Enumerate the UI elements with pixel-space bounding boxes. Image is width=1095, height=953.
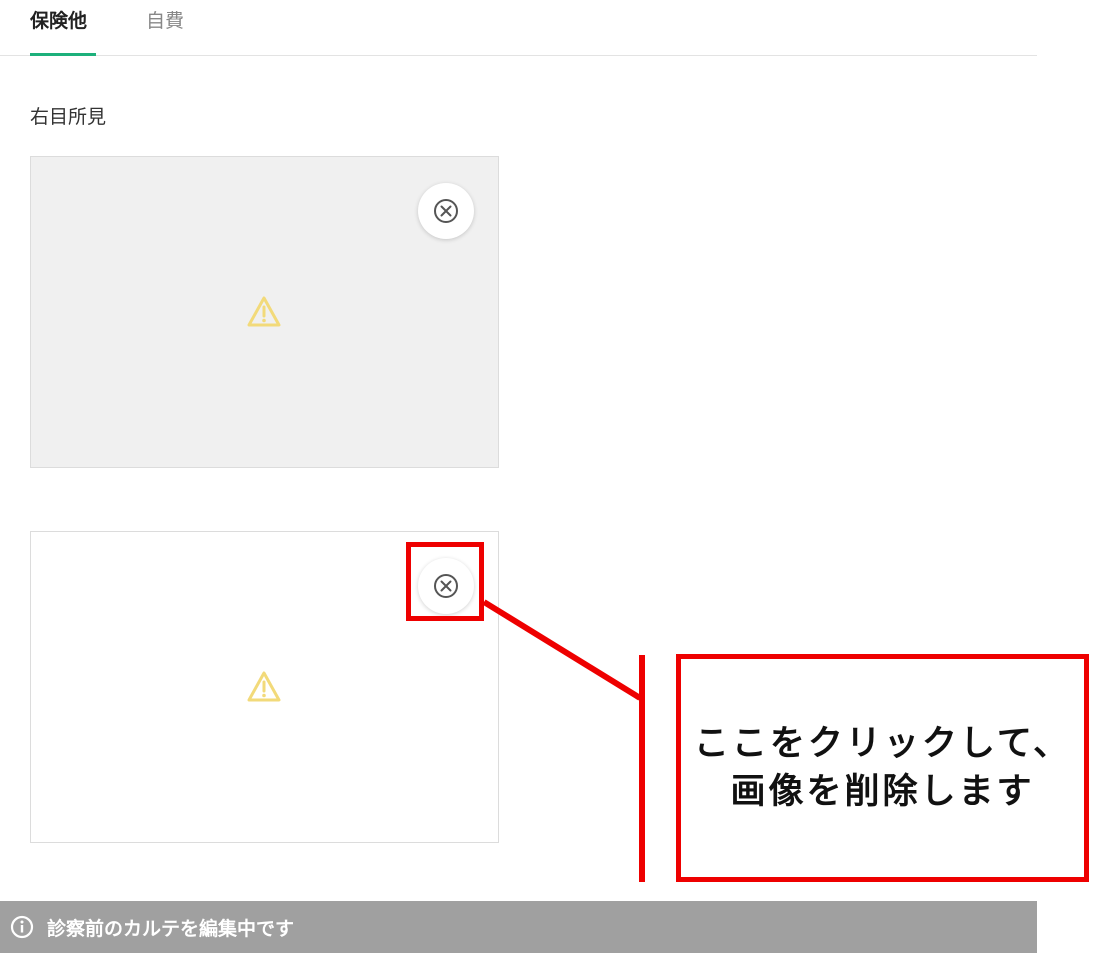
info-icon: [10, 915, 34, 939]
status-message: 診察前のカルテを編集中です: [47, 917, 295, 940]
annotation-callout: ここをクリックして、 画像を削除します: [676, 654, 1089, 882]
close-circle-icon: [434, 199, 458, 223]
callout-line-2: 画像を削除します: [730, 772, 1035, 812]
tab-self-pay[interactable]: 自費: [146, 6, 184, 56]
annotation-highlight: [406, 542, 484, 621]
tab-bar: 保険他 自費: [0, 0, 1037, 56]
warning-triangle-icon: [247, 296, 281, 327]
callout-line-1: ここをクリックして、: [693, 724, 1072, 764]
remove-image-button[interactable]: [418, 183, 474, 239]
tab-insurance-other[interactable]: 保険他: [30, 6, 96, 56]
image-card[interactable]: [30, 156, 499, 468]
warning-triangle-icon: [247, 671, 281, 702]
section-label-right-eye-findings: 右目所見: [30, 106, 107, 128]
status-bar: 診察前のカルテを編集中です: [0, 901, 1037, 953]
